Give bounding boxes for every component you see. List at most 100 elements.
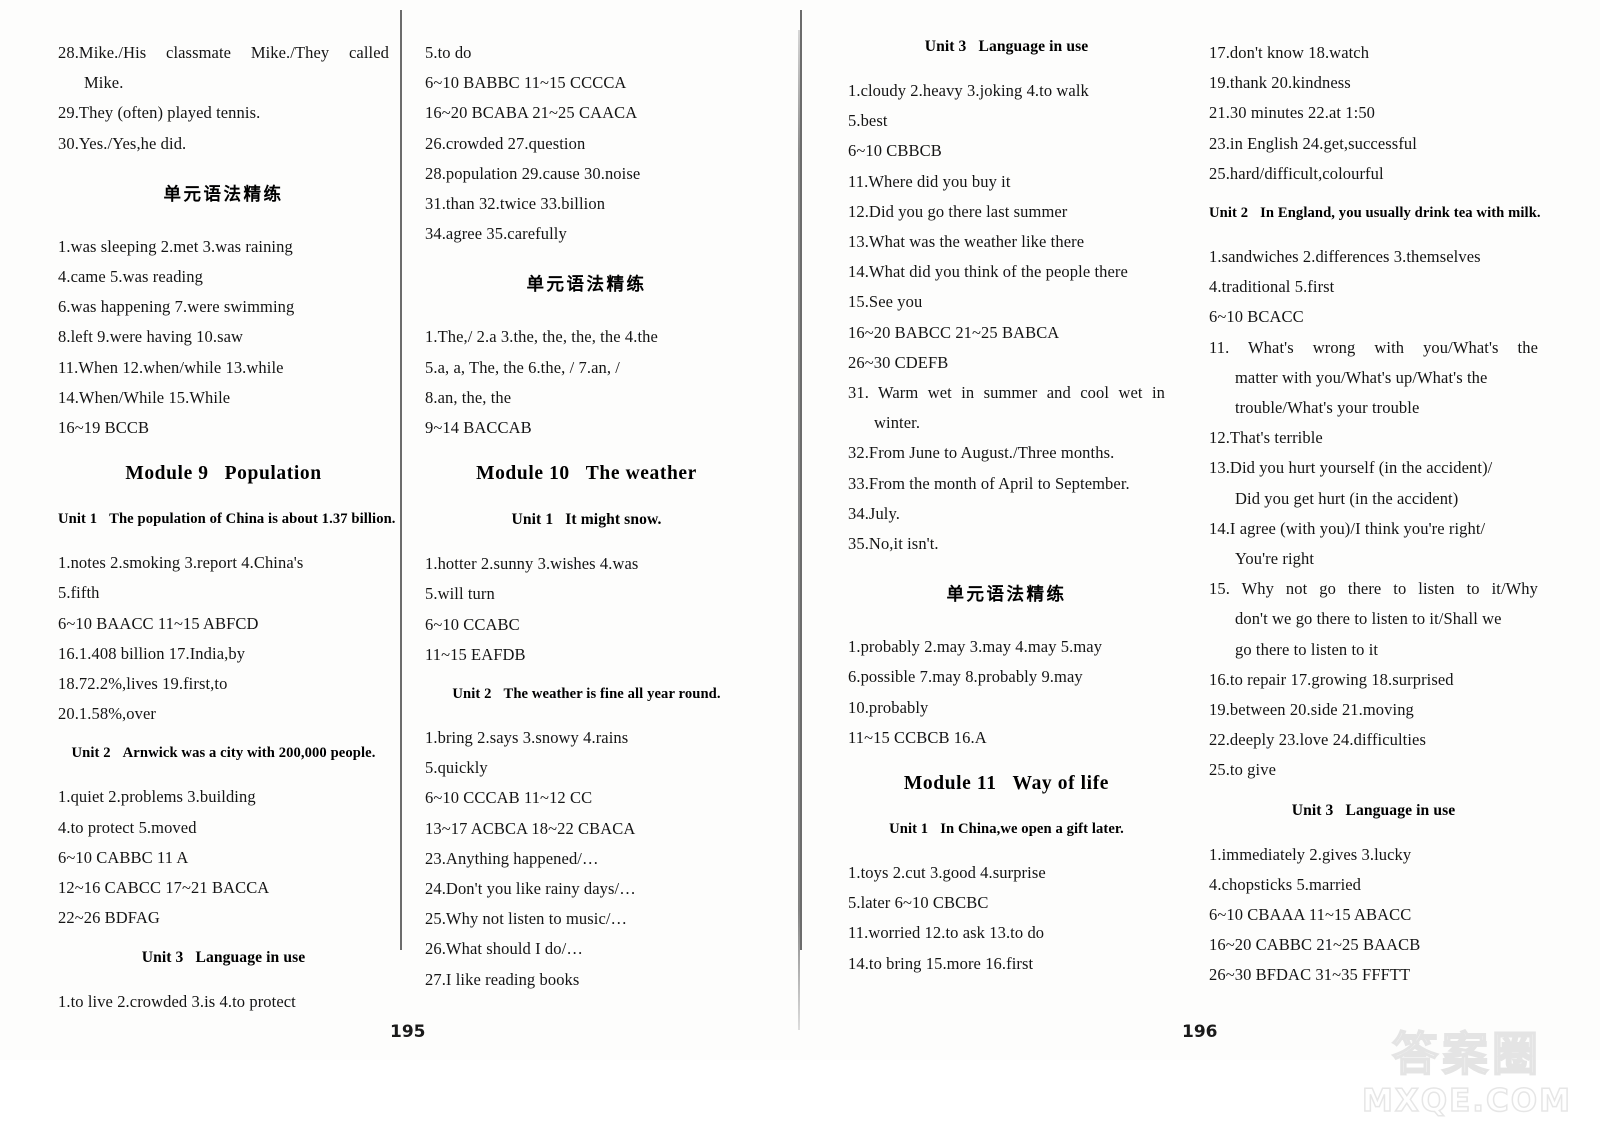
module-heading: Module 11 Way of life: [848, 773, 1165, 795]
answer-line: 25.Why not listen to music/…: [425, 909, 628, 929]
answer-line: 8.an, the, the: [425, 387, 512, 407]
unit-title: Language in use: [1345, 801, 1456, 819]
book-page-spread: 28.Mike./His classmate Mike./They called…: [0, 0, 1600, 1136]
answer-line: 1.immediately 2.gives 3.lucky: [1209, 844, 1412, 864]
answer-line: 5.fifth: [58, 583, 100, 603]
answer-line: winter.: [874, 413, 921, 433]
column-divider-rule: [400, 10, 402, 950]
unit-label: Unit 1: [58, 511, 98, 528]
answer-line: 11~15 EAFDB: [425, 644, 526, 664]
unit-heading: Unit 2 In England, you usually drink tea …: [1209, 205, 1541, 222]
answer-line: 5.later 6~10 CBCBC: [848, 893, 989, 913]
page-number-right: 196: [1182, 1022, 1218, 1042]
answer-line: 5.quickly: [425, 758, 488, 778]
unit-heading: Unit 1 In China,we open a gift later.: [848, 821, 1165, 838]
unit-heading: Unit 2 Arnwick was a city with 200,000 pe…: [58, 745, 389, 762]
answer-line: 5.best: [848, 111, 888, 131]
unit-title: Language in use: [978, 38, 1089, 55]
answer-line: 34.July.: [848, 503, 900, 523]
answer-line: 1.toys 2.cut 3.good 4.surprise: [848, 863, 1046, 883]
answer-line: 10.probably: [848, 697, 929, 717]
two-page-spread: 28.Mike./His classmate Mike./They called…: [0, 0, 1600, 1060]
answer-line: 13.Did you hurt yourself (in the acciden…: [1209, 458, 1493, 478]
watermark-domain-text: MXQE.COM: [1361, 1082, 1572, 1120]
unit-heading: Unit 3 Language in use: [58, 949, 389, 967]
answer-line: 22.deeply 23.love 24.difficulties: [1209, 730, 1426, 750]
answer-line: 6.possible 7.may 8.probably 9.may: [848, 667, 1083, 687]
answer-line: 1.bring 2.says 3.snowy 4.rains: [425, 728, 629, 748]
column-divider-rule: [800, 10, 802, 950]
unit-label: Unit 3: [1291, 801, 1334, 819]
printed-page-196: Unit 3 Language in use 1.cloudy 2.heavy 3…: [800, 0, 1600, 1060]
answer-line: 4.came 5.was reading: [58, 267, 203, 287]
unit-label: Unit 3: [924, 38, 967, 55]
module-title: The weather: [585, 463, 697, 485]
answer-line: You're right: [1235, 549, 1315, 569]
answer-line: 25.hard/difficult,colourful: [1209, 163, 1384, 183]
answer-line: 5.will turn: [425, 584, 495, 604]
unit-label: Unit 1: [511, 511, 554, 529]
answer-line: 9~14 BACCAB: [425, 418, 532, 438]
answer-line: Did you get hurt (in the accident): [1235, 488, 1459, 508]
answer-line: 28.population 29.cause 30.noise: [425, 163, 641, 183]
answer-line: 11. What's wrong with you/What's the: [1209, 337, 1538, 357]
answer-line: 15. Why not go there to listen to it/Why: [1209, 579, 1538, 599]
unit-heading: Unit 3 Language in use: [1209, 802, 1538, 820]
column-1: 28.Mike./His classmate Mike./They called…: [58, 38, 403, 1011]
grammar-section-heading: 单元语法精练: [526, 275, 647, 296]
answer-line: 1.to live 2.crowded 3.is 4.to protect: [58, 992, 296, 1012]
column-3: Unit 3 Language in use 1.cloudy 2.heavy 3…: [848, 38, 1183, 998]
unit-title: The population of China is about 1.37 bi…: [109, 511, 396, 528]
answer-line: 23.Anything happened/…: [425, 848, 599, 868]
unit-heading: Unit 1 It might snow.: [425, 511, 748, 529]
answer-line: 4.traditional 5.first: [1209, 277, 1335, 297]
answer-line: 20.1.58%,over: [58, 704, 156, 724]
answer-line: 22~26 BDFAG: [58, 908, 160, 928]
answer-line: 28.Mike./His classmate Mike./They called: [58, 43, 389, 62]
answer-line: 16.1.408 billion 17.India,by: [58, 643, 246, 663]
answer-line: 6~10 CCABC: [425, 614, 520, 634]
answer-line: 15.See you: [848, 292, 923, 312]
answer-line: 18.72.2%,lives 19.first,to: [58, 674, 228, 694]
answer-line: 26~30 BFDAC 31~35 FFFTT: [1209, 965, 1411, 985]
answer-line: 26.What should I do/…: [425, 939, 583, 959]
grammar-section-heading: 单元语法精练: [946, 585, 1067, 606]
page-gutter-divider: [798, 30, 800, 1030]
unit-title: The weather is fine all year round.: [503, 686, 721, 703]
site-watermark: 答案圈 MXQE.COM: [1352, 1026, 1582, 1130]
answer-line: 6~10 CCCAB 11~12 CC: [425, 788, 593, 808]
answer-line: 32.From June to August./Three months.: [848, 443, 1115, 463]
module-heading: Module 10 The weather: [425, 463, 748, 485]
module-number: Module 10: [476, 463, 570, 485]
answer-line: 16~20 BCABA 21~25 CAACA: [425, 103, 638, 123]
answer-line: 33.From the month of April to September.: [848, 473, 1130, 493]
answer-line: 6~10 BABBC 11~15 CCCCA: [425, 73, 627, 93]
answer-line: 1.was sleeping 2.met 3.was raining: [58, 236, 293, 256]
unit-title: In China,we open a gift later.: [940, 821, 1124, 838]
answer-line: 1.probably 2.may 3.may 4.may 5.may: [848, 637, 1103, 657]
unit-title: In England, you usually drink tea with m…: [1260, 205, 1541, 222]
answer-line: 26.crowded 27.question: [425, 133, 586, 153]
answer-line: 34.agree 35.carefully: [425, 224, 567, 244]
answer-line: 11.worried 12.to ask 13.to do: [848, 923, 1045, 943]
answer-line: 1.notes 2.smoking 3.report 4.China's: [58, 553, 304, 573]
column-2: 5.to do 6~10 BABBC 11~15 CCCCA 16~20 BCA…: [403, 38, 748, 998]
column-4: 17.don't know 18.watch 19.thank 20.kindn…: [1183, 38, 1541, 998]
answer-line: 5.a, a, The, the 6.the, / 7.an, /: [425, 357, 620, 377]
module-number: Module 9: [125, 463, 209, 485]
answer-line: 14.What did you think of the people ther…: [848, 262, 1128, 282]
answer-line: 23.in English 24.get,successful: [1209, 133, 1417, 153]
answer-line: 12~16 CABCC 17~21 BACCA: [58, 878, 270, 898]
answer-line: 4.chopsticks 5.married: [1209, 874, 1362, 894]
answer-line: 19.between 20.side 21.moving: [1209, 700, 1414, 720]
answer-line: 31. Warm wet in summer and cool wet in: [848, 383, 1165, 403]
unit-label: Unit 2: [71, 745, 111, 762]
answer-line: 11~15 CCBCB 16.A: [848, 727, 987, 747]
module-number: Module 11: [903, 773, 997, 795]
answer-line: 6~10 CABBC 11 A: [58, 847, 189, 867]
answer-line: 4.to protect 5.moved: [58, 817, 197, 837]
answer-line: 16.to repair 17.growing 18.surprised: [1209, 669, 1454, 689]
answer-line: 16~20 BABCC 21~25 BABCA: [848, 322, 1060, 342]
unit-label: Unit 2: [452, 686, 492, 703]
answer-line: 6~10 CBAAA 11~15 ABACC: [1209, 905, 1412, 925]
